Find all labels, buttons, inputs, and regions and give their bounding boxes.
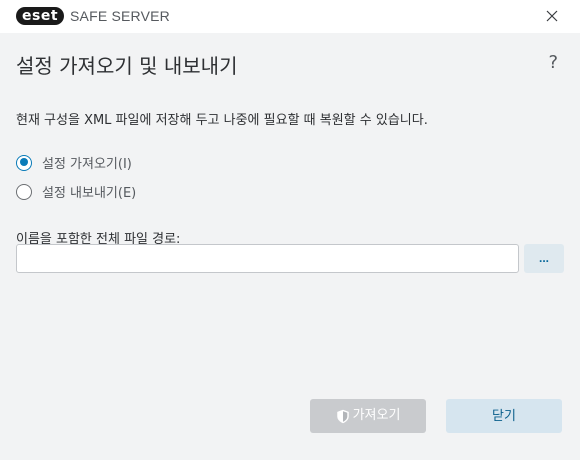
import-button[interactable]: 가져오기 xyxy=(310,399,426,433)
file-path-input[interactable] xyxy=(16,244,519,273)
radio-button-checked[interactable] xyxy=(16,154,32,171)
import-button-label: 가져오기 xyxy=(352,408,401,423)
radio-button-unchecked[interactable] xyxy=(16,183,32,200)
eset-logo: eset SAFE SERVER xyxy=(16,7,170,25)
product-name: SAFE SERVER xyxy=(70,8,170,24)
browse-button[interactable]: ... xyxy=(524,244,564,273)
close-button[interactable]: 닫기 xyxy=(446,399,562,433)
close-icon xyxy=(546,10,558,22)
dialog-title: 설정 가져오기 및 내보내기 xyxy=(16,54,238,78)
title-bar: eset SAFE SERVER xyxy=(0,0,580,33)
radio-import-label: 설정 가져오기(I) xyxy=(42,157,132,172)
logo-badge: eset xyxy=(16,7,65,25)
radio-export-label: 설정 내보내기(E) xyxy=(42,186,137,201)
description-text: 현재 구성을 XML 파일에 저장해 두고 나중에 필요할 때 복원할 수 있습… xyxy=(16,113,428,128)
shield-icon xyxy=(336,409,349,423)
radio-export-settings[interactable]: 설정 내보내기(E) xyxy=(16,182,136,201)
close-window-button[interactable] xyxy=(544,8,560,24)
radio-import-settings[interactable]: 설정 가져오기(I) xyxy=(16,153,132,172)
help-button[interactable]: ? xyxy=(548,52,558,73)
